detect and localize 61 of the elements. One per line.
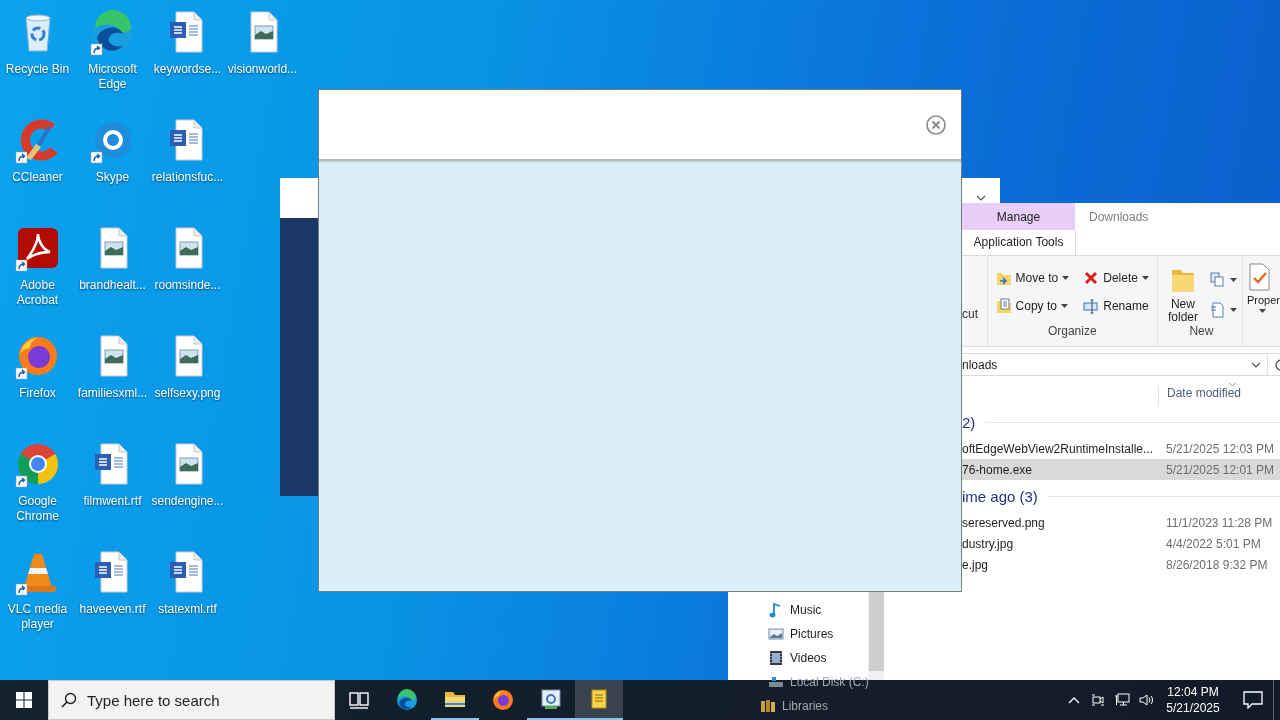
picture-icon <box>768 626 784 642</box>
date-modified: 8/26/2018 9:32 PM <box>1166 557 1268 572</box>
search-field[interactable]: Type here to search <box>48 680 335 720</box>
network-icon <box>1114 692 1130 708</box>
speech-bubble-icon <box>1243 691 1263 709</box>
move-to-icon <box>995 270 1012 286</box>
file-name: dustry.jpg <box>962 536 1015 551</box>
group-header[interactable]: 2) <box>962 413 976 431</box>
delete-icon <box>1083 270 1100 286</box>
date-modified: 11/1/2023 11:28 PM <box>1166 515 1273 530</box>
clock[interactable]: 12:04 PM 5/21/2025 <box>1158 680 1228 720</box>
camera-icon <box>1090 692 1106 708</box>
chevron-down-icon <box>1251 361 1261 368</box>
group-label: New <box>1189 324 1214 338</box>
nav-item[interactable]: Videos <box>728 646 868 670</box>
new-item-icon <box>1209 272 1226 288</box>
checkmark-document-icon <box>1246 263 1271 291</box>
sort-chevron-icon <box>1228 382 1237 387</box>
ribbon-tab[interactable]: Downloads <box>1075 203 1163 230</box>
nav-item[interactable]: Libraries <box>728 694 868 718</box>
file-name: e.jpg <box>962 557 990 572</box>
document-icon <box>1209 302 1226 318</box>
file-name: 76-home.exe <box>962 462 1034 477</box>
file-name: oftEdgeWebView2RuntimeInstalle... <box>962 441 1154 456</box>
file-row[interactable]: sereserved.png 11/1/2023 11:28 PM <box>962 512 1280 533</box>
date-modified: 5/21/2025 12:01 PM <box>1166 462 1275 477</box>
file-row[interactable]: 76-home.exe 5/21/2025 12:01 PM <box>962 459 1280 480</box>
windows-logo-icon <box>16 692 32 708</box>
group-header[interactable]: ime ago (3) <box>962 487 1038 505</box>
app-window-icon <box>539 687 563 711</box>
film-icon <box>768 650 784 666</box>
volume-icon <box>1138 692 1154 708</box>
file-name: sereserved.png <box>962 515 1046 530</box>
nav-item[interactable]: Pictures <box>728 622 868 646</box>
nav-item[interactable]: Music <box>728 598 868 622</box>
close-icon[interactable] <box>926 114 946 135</box>
ribbon-command[interactable]: Proper <box>1242 256 1280 346</box>
ribbon-command[interactable]: Delete <box>1080 266 1152 290</box>
column-header[interactable]: Date modified <box>1158 386 1242 406</box>
group-label: Organize <box>1047 324 1097 338</box>
copy-icon <box>995 298 1012 314</box>
disk-drive-icon <box>768 674 784 690</box>
ribbon-command[interactable]: Rename <box>1080 294 1152 318</box>
date-modified: 5/21/2025 12:03 PM <box>1166 441 1275 456</box>
address-field[interactable]: nloads <box>962 353 1280 376</box>
ribbon-command[interactable]: Copy to <box>992 294 1073 318</box>
rename-icon <box>1083 298 1100 314</box>
taskbar-button[interactable] <box>575 680 623 720</box>
chevron-down-icon <box>976 195 986 201</box>
command-label: cut <box>962 307 978 321</box>
ribbon-tab[interactable]: Manage <box>962 203 1075 230</box>
browser-icon <box>491 688 515 712</box>
ribbon-command[interactable]: Move to <box>992 266 1073 290</box>
file-row[interactable]: dustry.jpg 4/4/2022 5:01 PM <box>962 533 1280 554</box>
file-row[interactable]: e.jpg 8/26/2018 9:32 PM <box>962 554 1280 575</box>
file-row[interactable]: oftEdgeWebView2RuntimeInstalle... 5/21/2025 12:03 PM <box>962 438 1280 459</box>
ribbon-command[interactable]: New folder <box>1162 264 1203 324</box>
library-icon <box>760 698 776 714</box>
browser-icon <box>395 688 419 712</box>
date-modified: 4/4/2022 5:01 PM <box>1166 536 1261 551</box>
search-icon <box>61 692 77 708</box>
